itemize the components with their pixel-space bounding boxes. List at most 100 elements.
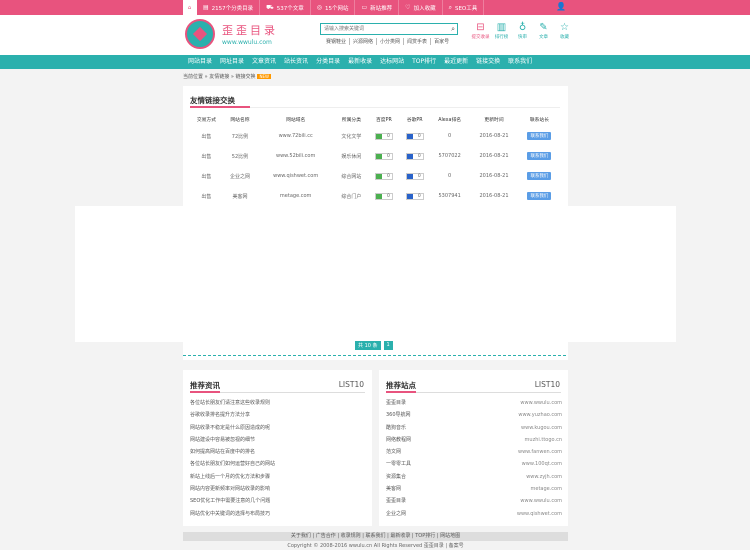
topbar-item[interactable]: ⌕ SEO工具: [443, 0, 485, 15]
list-item[interactable]: 酷狗音乐 www.kugou.com: [386, 422, 562, 434]
site-name[interactable]: 企业之网: [386, 508, 406, 520]
nav-item[interactable]: 链接交换: [472, 55, 504, 69]
pager-page[interactable]: 1: [383, 341, 393, 350]
baidu-pr-badge: 0: [374, 152, 393, 160]
search-box: ⌕: [320, 23, 458, 35]
nav-item[interactable]: 达标网站: [376, 55, 408, 69]
topbar-item[interactable]: ▭ 新站推荐: [355, 0, 400, 15]
logo-title[interactable]: 歪歪目录: [222, 22, 278, 38]
quick-item[interactable]: ♁ 快审: [512, 22, 533, 40]
topbar-item[interactable]: ▤ 2157个分类目录: [197, 0, 261, 15]
list-item[interactable]: 美客网 metage.com: [386, 483, 562, 495]
domain-cell[interactable]: www.qishwet.com: [257, 166, 334, 186]
news-link[interactable]: 谷歌收录排名提升方法分享: [190, 409, 250, 421]
hot-keyword[interactable]: 小分类网: [377, 38, 405, 45]
list-item[interactable]: 各位站长朋友们请注意这些收录规则: [190, 397, 366, 409]
news-link[interactable]: 网站建设中容易被忽视的细节: [190, 434, 255, 446]
list-item[interactable]: 新站上线后一个月的优化方法和步骤: [190, 471, 366, 483]
quick-item[interactable]: ✎ 文章: [533, 22, 554, 40]
list-item[interactable]: 网络教程网 muzhi.ttogo.cn: [386, 434, 562, 446]
chart-icon: ▥: [496, 22, 507, 33]
contact-button[interactable]: 联系我们: [527, 172, 552, 180]
news-link[interactable]: SEO优化工作中需要注意的几个问题: [190, 495, 270, 507]
news-link[interactable]: 网站收录不稳定是什么原因造成的呢: [190, 422, 270, 434]
search-icon[interactable]: ⌕: [451, 25, 455, 34]
user-icon[interactable]: 👤: [556, 2, 566, 11]
list-item[interactable]: 如何提高网站在百度中的排名: [190, 446, 366, 458]
topbar-item[interactable]: ♡ 加入收藏: [399, 0, 443, 15]
nav-item[interactable]: 最近更新: [440, 55, 472, 69]
domain-cell[interactable]: www.72bili.cc: [257, 126, 334, 146]
topbar-item[interactable]: ⛟ 537个文章: [260, 0, 311, 15]
search-input[interactable]: [321, 24, 439, 34]
contact-button[interactable]: 联系我们: [527, 192, 552, 200]
globe-icon: ◎: [316, 4, 322, 11]
domain-cell[interactable]: metage.com: [257, 186, 334, 206]
nav-item[interactable]: 文章资讯: [248, 55, 280, 69]
news-link[interactable]: 新站上线后一个月的优化方法和步骤: [190, 471, 270, 483]
news-link[interactable]: 如何提高网站在百度中的排名: [190, 446, 255, 458]
list-item[interactable]: 各位站长朋友们如何运营好自己的网站: [190, 458, 366, 470]
nav-item[interactable]: 站长资讯: [280, 55, 312, 69]
site-name[interactable]: 歪歪目录: [386, 495, 406, 507]
sites-more[interactable]: LIST10: [535, 380, 560, 389]
nav-item[interactable]: 网站目录: [184, 55, 216, 69]
list-item[interactable]: 360导航网 www.yuzhao.com: [386, 409, 562, 421]
nav-item[interactable]: 最新收录: [344, 55, 376, 69]
nav-item[interactable]: 联系我们: [504, 55, 536, 69]
logo-icon[interactable]: [185, 19, 215, 49]
news-link[interactable]: 各位站长朋友们如何运营好自己的网站: [190, 458, 275, 470]
nav-item[interactable]: 分类目录: [312, 55, 344, 69]
list-item[interactable]: 网站优化中关键词的选择与布局技巧: [190, 508, 366, 520]
site-name-cell[interactable]: 企业之网: [223, 166, 257, 186]
contact-button[interactable]: 联系我们: [527, 152, 552, 160]
site-name[interactable]: 酷狗音乐: [386, 422, 406, 434]
breadcrumb-text[interactable]: 当前位置 » 友情链接 » 链接交换: [183, 74, 255, 80]
news-link[interactable]: 网站内容更新频率对网站收录的影响: [190, 483, 270, 495]
topbar-item[interactable]: ◎ 15个网站: [311, 0, 356, 15]
list-item[interactable]: 谷歌收录排名提升方法分享: [190, 409, 366, 421]
contact-cell: 联系我们: [519, 186, 560, 206]
news-link[interactable]: 网站优化中关键词的选择与布局技巧: [190, 508, 270, 520]
site-name-cell[interactable]: 52比例: [223, 146, 257, 166]
site-name[interactable]: 360导航网: [386, 409, 411, 421]
quick-item[interactable]: ☆ 收藏: [554, 22, 575, 40]
hot-keyword[interactable]: 兴源网络: [350, 38, 378, 45]
site-name[interactable]: 一零零工具: [386, 458, 411, 470]
list-item[interactable]: 资源集合 www.zyjh.com: [386, 471, 562, 483]
quick-item[interactable]: ⊟ 提交收录: [470, 22, 491, 40]
site-name[interactable]: 歪歪目录: [386, 397, 406, 409]
list-item[interactable]: 歪歪目录 www.wwulu.com: [386, 397, 562, 409]
footer-links[interactable]: 关于我们 | 广告合作 | 收录规则 | 联系我们 | 最新收录 | TOP排行…: [183, 532, 568, 541]
list-item[interactable]: 网站收录不稳定是什么原因造成的呢: [190, 422, 366, 434]
site-name[interactable]: 美客网: [386, 483, 401, 495]
topbar-label: 15个网站: [324, 5, 349, 12]
news-link[interactable]: 各位站长朋友们请注意这些收录规则: [190, 397, 270, 409]
contact-button[interactable]: 联系我们: [527, 132, 552, 140]
hot-keyword[interactable]: 赛钢鞋业: [323, 38, 351, 45]
news-more[interactable]: LIST10: [339, 380, 364, 389]
site-name[interactable]: 资源集合: [386, 471, 406, 483]
site-name[interactable]: 范文网: [386, 446, 401, 458]
nav-item[interactable]: TOP排行: [408, 55, 440, 69]
hot-keyword[interactable]: 闻赏手表: [404, 38, 432, 45]
list-item[interactable]: 歪歪目录 www.wwulu.com: [386, 495, 562, 507]
list-item[interactable]: SEO优化工作中需要注意的几个问题: [190, 495, 366, 507]
topbar-label: 加入收藏: [413, 5, 436, 12]
topbar-label: SEO工具: [454, 5, 478, 12]
quick-item[interactable]: ▥ 排行榜: [491, 22, 512, 40]
site-name-cell[interactable]: 72比例: [223, 126, 257, 146]
list-item[interactable]: 网站内容更新频率对网站收录的影响: [190, 483, 366, 495]
domain-cell[interactable]: www.52bili.com: [257, 146, 334, 166]
site-name[interactable]: 网络教程网: [386, 434, 411, 446]
nav-item[interactable]: 网址目录: [216, 55, 248, 69]
list-item[interactable]: 网站建设中容易被忽视的细节: [190, 434, 366, 446]
list-item[interactable]: 范文网 www.fanwen.com: [386, 446, 562, 458]
list-item[interactable]: 一零零工具 www.100qt.com: [386, 458, 562, 470]
home-icon[interactable]: ⌂: [183, 0, 197, 15]
column-header: 百度PR: [375, 117, 392, 123]
list-item[interactable]: 企业之网 www.qishwet.com: [386, 508, 562, 520]
category-cell: 文化文学: [341, 133, 362, 140]
hot-keyword[interactable]: 百家号: [431, 38, 452, 45]
site-name-cell[interactable]: 美客网: [223, 186, 257, 206]
